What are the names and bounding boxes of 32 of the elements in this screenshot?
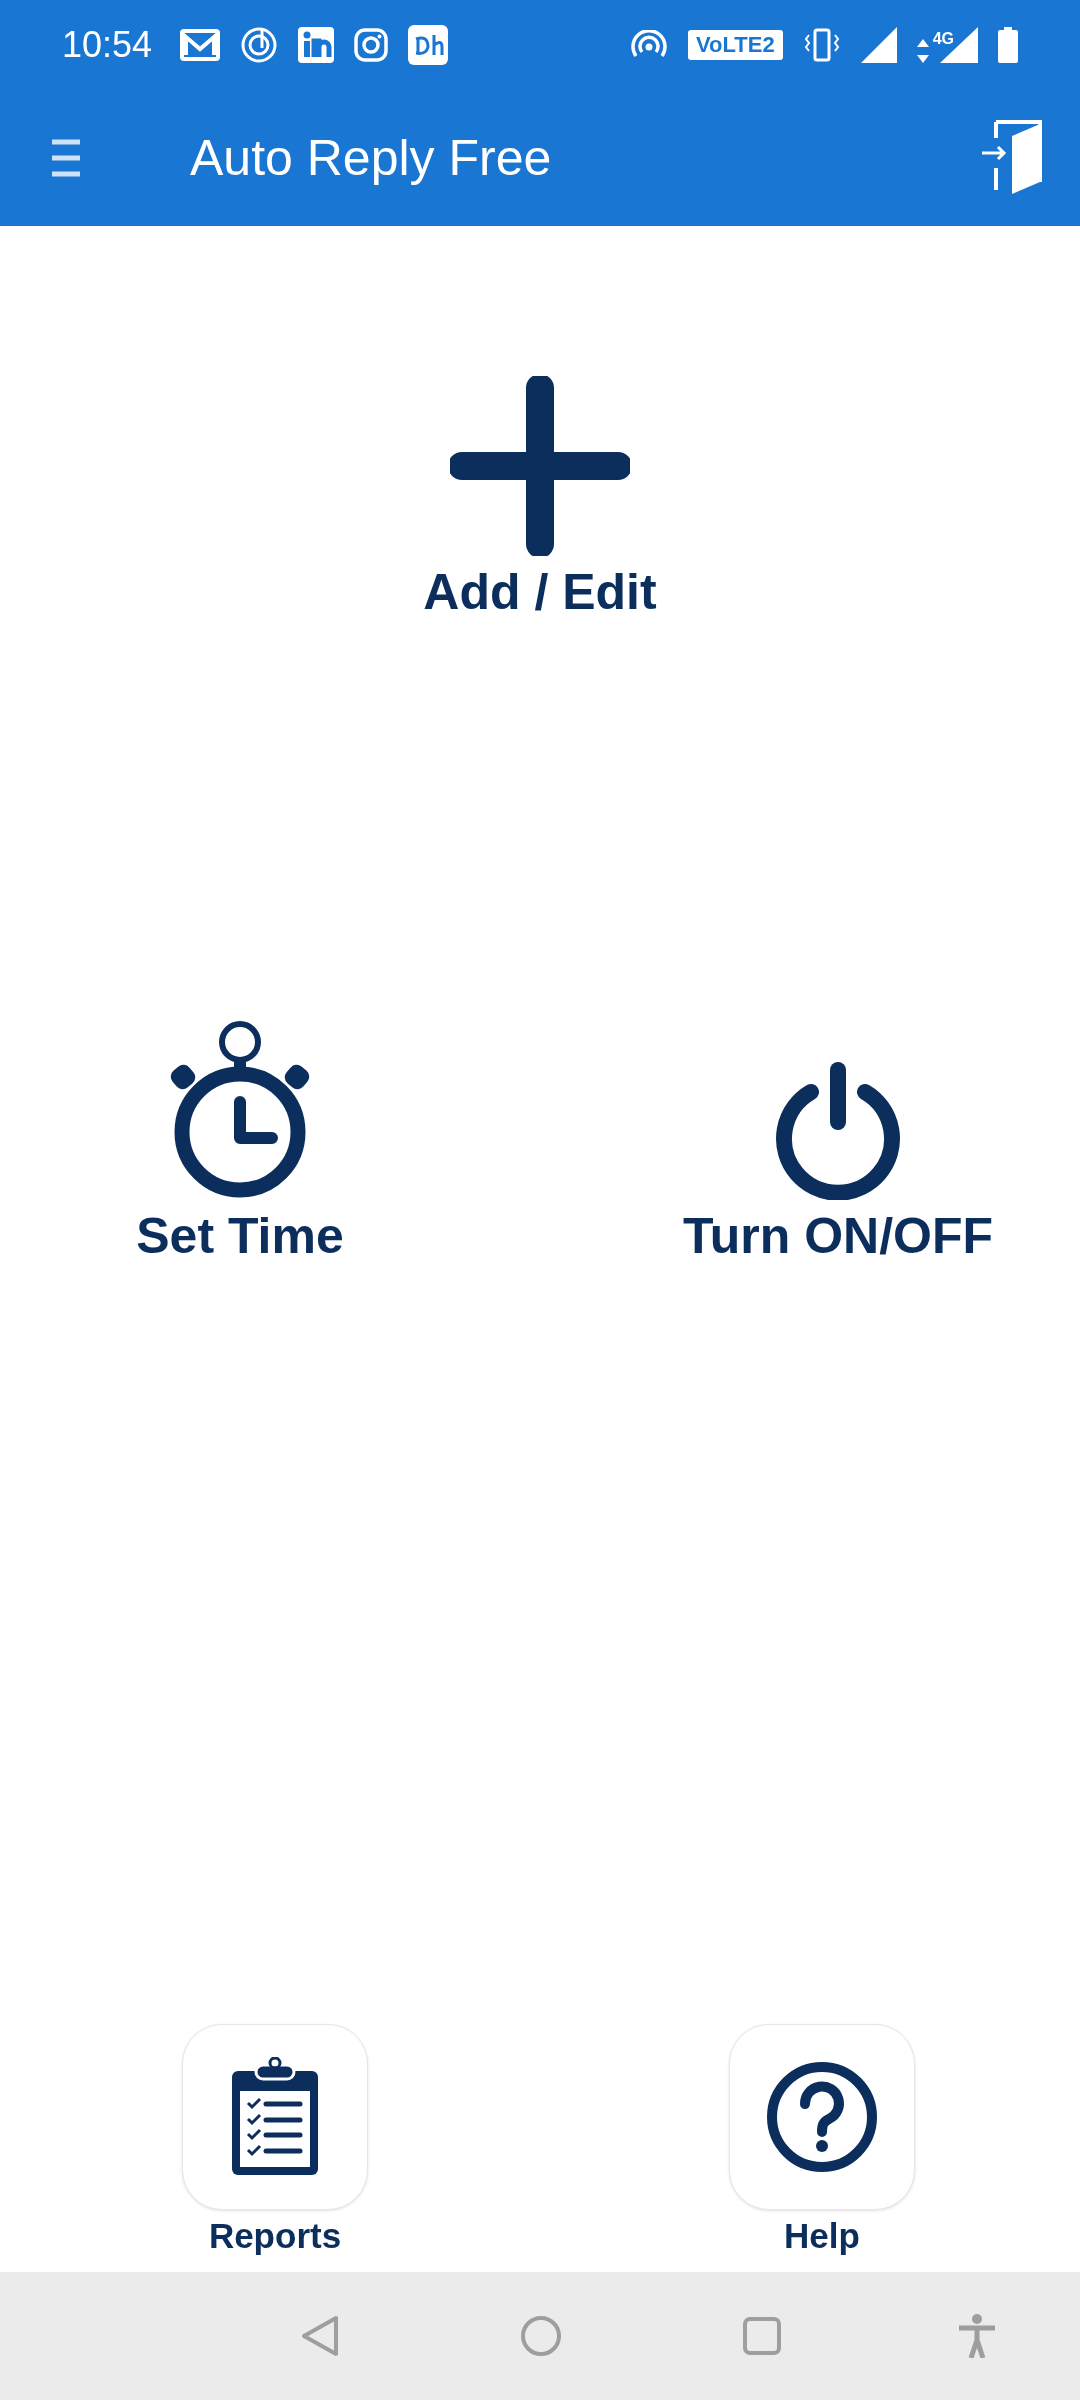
shortcut-tile[interactable] (729, 2024, 915, 2210)
menu-icon[interactable] (52, 139, 80, 177)
action-label[interactable]: Add / Edit (423, 562, 657, 622)
volte-badge: VoLTE2 (688, 30, 783, 60)
network-type: 4G (932, 29, 954, 49)
app-icon (408, 25, 449, 65)
data-arrows-icon (916, 39, 929, 63)
hotspot-icon (630, 30, 668, 60)
app-title: Auto Reply Free (190, 128, 552, 188)
music-icon (240, 26, 279, 64)
vibrate-icon (802, 27, 841, 63)
mail-icon (180, 29, 221, 61)
action-label[interactable]: Turn ON/OFF (682, 1206, 994, 1266)
back-icon[interactable] (300, 2315, 340, 2357)
home-icon[interactable] (520, 2315, 562, 2357)
shortcut-label[interactable]: Reports (208, 2214, 342, 2258)
clipboard-icon (230, 2057, 320, 2177)
stopwatch-icon (170, 1020, 310, 1200)
shortcut-label[interactable]: Help (784, 2214, 860, 2258)
recents-icon[interactable] (742, 2316, 782, 2356)
linkedin-icon (298, 27, 335, 63)
accessibility-icon[interactable] (957, 2314, 997, 2358)
camera-icon (354, 28, 389, 62)
signal-icon (860, 27, 897, 63)
shortcut-tile[interactable] (182, 2024, 368, 2210)
power-icon (773, 1060, 903, 1200)
action-label[interactable]: Set Time (136, 1206, 344, 1266)
status-time: 10:54 (62, 23, 153, 67)
battery-icon (998, 27, 1018, 63)
exit-door-icon[interactable] (982, 120, 1044, 196)
help-icon (765, 2060, 879, 2174)
plus-icon (450, 376, 630, 556)
